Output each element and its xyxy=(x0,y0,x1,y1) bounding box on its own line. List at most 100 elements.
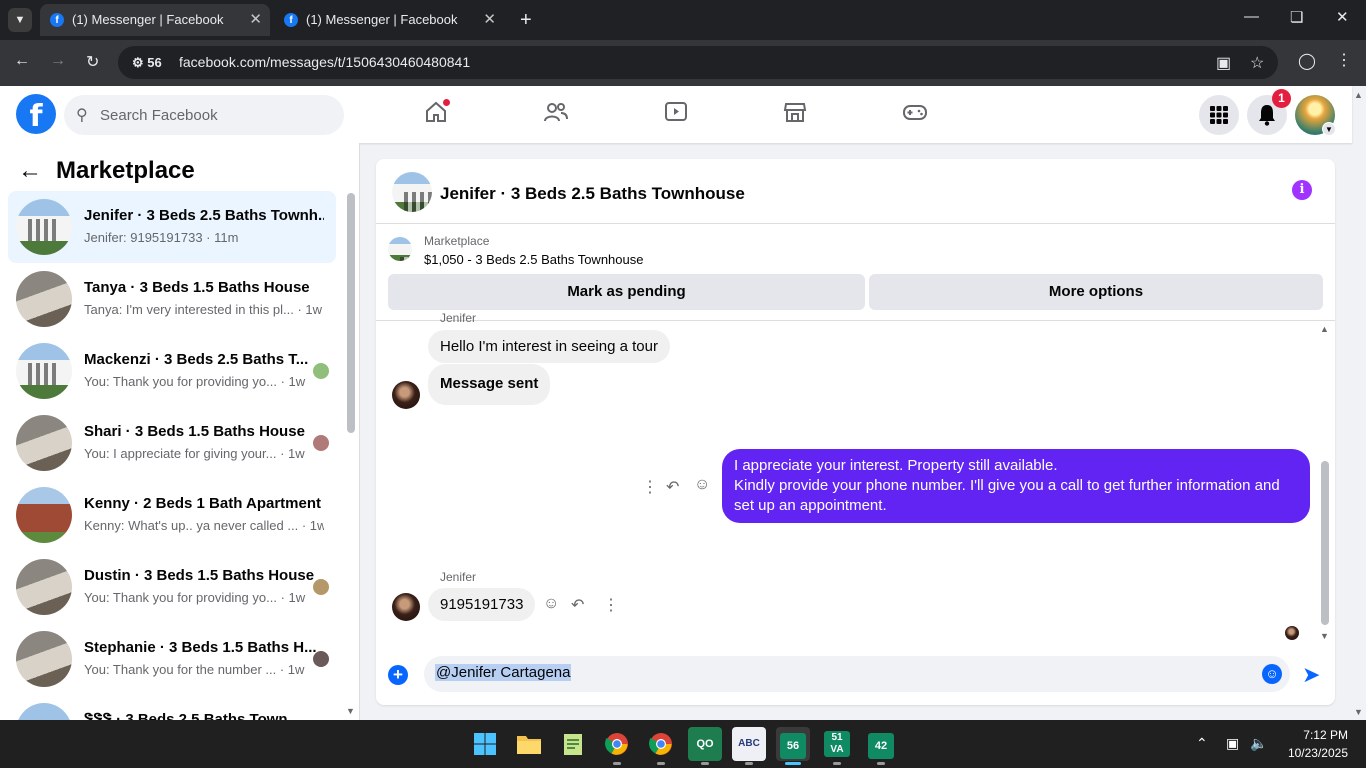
forward-icon[interactable]: → xyxy=(50,52,66,70)
omnibox[interactable]: ⚙ 56 facebook.com/messages/t/15064304604… xyxy=(118,46,1278,79)
info-icon[interactable]: i xyxy=(1292,180,1312,200)
file-explorer-icon[interactable] xyxy=(512,727,546,761)
composer-text[interactable]: @Jenifer Cartagena xyxy=(435,664,572,681)
chat-scroll-down-arrow[interactable]: ▼ xyxy=(1320,631,1329,641)
conversation-item[interactable]: Stephanie · 3 Beds 1.5 Baths H... You: T… xyxy=(8,623,336,695)
list-scroll-down-arrow[interactable]: ▼ xyxy=(346,706,355,716)
conversation-title: Shari · 3 Beds 1.5 Baths House xyxy=(84,423,305,440)
browser-tab[interactable]: f (1) Messenger | Facebook ✕ xyxy=(274,4,504,36)
listing-thumbnail xyxy=(16,271,72,327)
profile-account-icon[interactable]: ◯ xyxy=(1298,51,1316,71)
conversation-title: Mackenzi · 3 Beds 2.5 Baths T... xyxy=(84,351,309,368)
conversation-item[interactable]: Kenny · 2 Beds 1 Bath Apartment Kenny: W… xyxy=(8,479,336,551)
app-56-icon[interactable]: 56 xyxy=(776,727,810,765)
more-actions-icon[interactable]: ⋮ xyxy=(642,477,658,497)
incoming-message[interactable]: 9195191733 xyxy=(428,588,536,621)
clock-time[interactable]: 7:12 PM xyxy=(1300,728,1348,742)
facebook-search[interactable]: ⚲ xyxy=(64,95,344,135)
url-text[interactable]: facebook.com/messages/t/1506430460480841 xyxy=(179,54,470,70)
close-tab-icon[interactable]: ✕ xyxy=(483,4,496,36)
chevron-up-icon[interactable]: ⌃ xyxy=(1196,735,1208,752)
reply-icon[interactable]: ↶ xyxy=(571,595,584,615)
chat-listing-avatar[interactable] xyxy=(392,172,432,212)
search-input[interactable] xyxy=(100,95,340,135)
facebook-header: f ⚲ 1 ▼ xyxy=(0,86,1352,143)
chrome-profile-icon[interactable] xyxy=(644,727,678,765)
chat-scroll-up-arrow[interactable]: ▲ xyxy=(1320,324,1329,334)
close-tab-icon[interactable]: ✕ xyxy=(249,4,262,36)
page-scroll-up-arrow[interactable]: ▲ xyxy=(1354,90,1363,100)
conversation-item[interactable]: Dustin · 3 Beds 1.5 Baths House You: Tha… xyxy=(8,551,336,623)
conversation-snippet: You: Thank you for the number ... · 1w xyxy=(84,662,305,677)
conversation-title: Stephanie · 3 Beds 1.5 Baths H... xyxy=(84,639,317,656)
site-info-badge[interactable]: ⚙ 56 xyxy=(126,51,168,74)
react-emoji-icon[interactable]: ☺ xyxy=(543,595,559,613)
back-arrow-icon[interactable]: ← xyxy=(18,157,42,185)
incoming-message[interactable]: Hello I'm interest in seeing a tour xyxy=(428,330,670,363)
app-51va-icon[interactable]: 51 VA xyxy=(820,727,854,765)
conversation-snippet: You: Thank you for providing yo... · 1w xyxy=(84,590,306,605)
watch-nav-button[interactable] xyxy=(656,100,696,130)
chat-scrollbar[interactable] xyxy=(1321,461,1329,625)
tab-search-button[interactable]: ▼ xyxy=(8,8,32,32)
message-composer[interactable]: @Jenifer Cartagena ☺ xyxy=(424,656,1290,692)
conversation-item[interactable]: Shari · 3 Beds 1.5 Baths House You: I ap… xyxy=(8,407,336,479)
mark-as-pending-button[interactable]: Mark as pending xyxy=(388,274,865,310)
seen-avatar xyxy=(313,579,329,595)
facebook-favicon-icon: f xyxy=(284,13,298,27)
friends-nav-button[interactable] xyxy=(536,100,576,130)
conversation-item[interactable]: ᏕᏕᏕ · 3 Beds 2.5 Baths Town... xyxy=(8,695,336,720)
network-icon[interactable]: ▣ xyxy=(1226,735,1239,752)
conversation-title: Tanya · 3 Beds 1.5 Baths House xyxy=(84,279,310,296)
account-chevron-down-icon[interactable]: ▼ xyxy=(1322,122,1336,136)
video-play-icon xyxy=(665,102,687,121)
chat-title[interactable]: Jenifer · 3 Beds 2.5 Baths Townhouse xyxy=(440,184,745,204)
marketplace-nav-button[interactable] xyxy=(775,100,815,130)
send-icon[interactable]: ➤ xyxy=(1302,662,1320,688)
reload-icon[interactable]: ↻ xyxy=(86,52,99,72)
incoming-message[interactable]: Message sent xyxy=(428,364,551,405)
close-window-icon[interactable]: ✕ xyxy=(1336,8,1349,26)
react-emoji-icon[interactable]: ☺ xyxy=(694,476,710,494)
menu-grid-button[interactable] xyxy=(1199,95,1239,135)
gaming-nav-button[interactable] xyxy=(895,100,935,130)
sender-avatar[interactable] xyxy=(392,593,420,621)
new-tab-button[interactable]: + xyxy=(520,8,532,32)
volume-icon[interactable]: 🔈 xyxy=(1250,735,1267,752)
emoji-picker-icon[interactable]: ☺ xyxy=(1262,664,1282,684)
browser-tab-active[interactable]: f (1) Messenger | Facebook ✕ xyxy=(40,4,270,36)
windows-start-icon[interactable] xyxy=(468,727,502,761)
conversation-snippet: Kenny: What's up.. ya never called ... ·… xyxy=(84,518,324,533)
notepad-icon[interactable] xyxy=(556,727,590,761)
install-app-icon[interactable]: ▣ xyxy=(1216,53,1231,73)
browser-menu-icon[interactable]: ⋮ xyxy=(1336,50,1352,70)
clock-date[interactable]: 10/23/2025 xyxy=(1280,746,1348,760)
conversation-item[interactable]: Mackenzi · 3 Beds 2.5 Baths T... You: Th… xyxy=(8,335,336,407)
marketplace-label: Marketplace xyxy=(424,234,490,248)
back-icon[interactable]: ← xyxy=(14,52,30,70)
app-oo-icon[interactable]: QO xyxy=(688,727,722,765)
sender-name-partial: Jenifer xyxy=(440,311,477,325)
maximize-icon[interactable]: ❏ xyxy=(1290,8,1303,26)
conversation-item[interactable]: Tanya · 3 Beds 1.5 Baths House Tanya: I'… xyxy=(8,263,336,335)
facebook-logo-icon[interactable]: f xyxy=(16,94,56,134)
page-scroll-down-arrow[interactable]: ▼ xyxy=(1354,707,1363,717)
outgoing-message-line: set up an appointment. xyxy=(734,497,887,514)
more-actions-icon[interactable]: ⋮ xyxy=(603,595,619,615)
outgoing-message[interactable]: I appreciate your interest. Property sti… xyxy=(722,449,1310,523)
add-attachment-icon[interactable]: + xyxy=(388,665,408,685)
home-nav-button[interactable] xyxy=(416,99,456,130)
app-42-icon[interactable]: 42 xyxy=(864,727,898,765)
listing-price-title[interactable]: $1,050 - 3 Beds 2.5 Baths Townhouse xyxy=(424,252,643,267)
listing-thumbnail xyxy=(16,559,72,615)
bookmark-star-icon[interactable]: ☆ xyxy=(1250,53,1264,73)
conversation-snippet: Jenifer: 9195191733 · 11m xyxy=(84,230,239,245)
reply-icon[interactable]: ↶ xyxy=(666,477,679,497)
more-options-button[interactable]: More options xyxy=(869,274,1323,310)
minimize-icon[interactable]: — xyxy=(1244,8,1259,25)
app-abc-icon[interactable]: ABC xyxy=(732,727,766,765)
list-scrollbar[interactable] xyxy=(347,193,355,433)
sender-avatar[interactable] xyxy=(392,381,420,409)
chrome-icon[interactable] xyxy=(600,727,634,765)
conversation-item[interactable]: Jenifer · 3 Beds 2.5 Baths Townh... Jeni… xyxy=(8,191,336,263)
